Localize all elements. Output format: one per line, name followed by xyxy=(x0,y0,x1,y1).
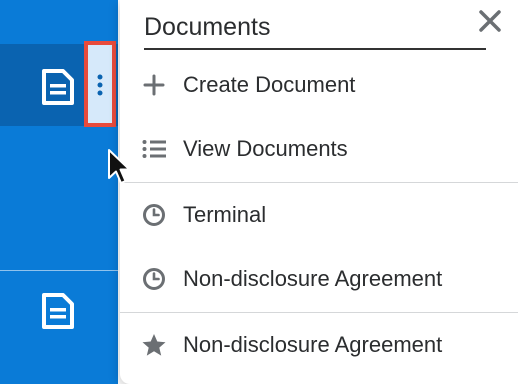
menu-item-label: Terminal xyxy=(183,202,267,227)
document-icon[interactable] xyxy=(41,292,75,330)
menu-item-create-document[interactable]: Create Document xyxy=(120,53,518,117)
sidebar-divider xyxy=(0,270,118,271)
star-icon xyxy=(141,332,167,358)
sidebar xyxy=(0,0,118,384)
menu-item-label: Non-disclosure Agreement xyxy=(183,332,443,357)
menu-item-recent-terminal[interactable]: Terminal xyxy=(120,183,518,247)
kebab-menu-icon xyxy=(97,74,103,96)
menu-item-label: Create Document xyxy=(183,72,356,97)
plus-icon xyxy=(141,72,167,98)
menu-item-view-documents[interactable]: View Documents xyxy=(120,117,518,181)
menu-item-label: Non-disclosure Agreement xyxy=(183,266,443,291)
documents-menu: Documents Create Document View Documents xyxy=(120,0,518,384)
document-icon[interactable] xyxy=(41,68,75,106)
menu-item-favorite-nda[interactable]: Non-disclosure Agreement xyxy=(120,313,518,377)
close-icon[interactable] xyxy=(477,8,503,39)
menu-item-recent-nda[interactable]: Non-disclosure Agreement xyxy=(120,247,518,311)
menu-item-label: View Documents xyxy=(183,136,348,161)
list-icon xyxy=(141,136,167,162)
mouse-pointer-icon xyxy=(106,148,132,193)
menu-title: Documents xyxy=(144,10,486,50)
clock-icon xyxy=(141,202,167,228)
module-actions-button[interactable] xyxy=(84,41,116,127)
clock-icon xyxy=(141,266,167,292)
